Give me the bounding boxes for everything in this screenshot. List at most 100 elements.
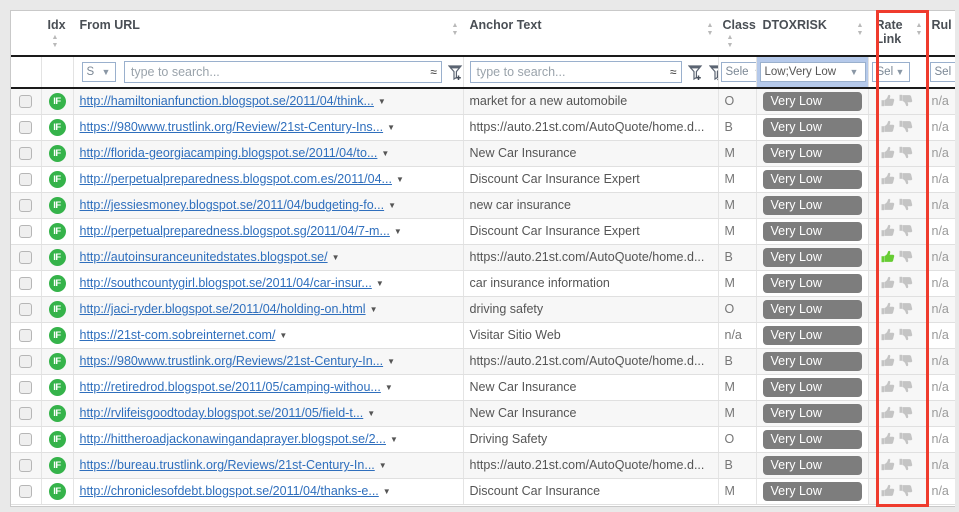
row-checkbox-cell[interactable] bbox=[11, 114, 42, 141]
thumbs-down-icon[interactable] bbox=[898, 353, 914, 369]
thumbs-down-icon[interactable] bbox=[898, 119, 914, 135]
column-header-dtoxrisk[interactable]: DTOXRISK bbox=[756, 11, 869, 57]
from-url-link[interactable]: http://perpetualpreparedness.blogspot.co… bbox=[80, 172, 392, 186]
class-filter-select[interactable]: Sele▼ bbox=[720, 62, 755, 82]
table-row[interactable]: IF https://bureau.trustlink.org/Reviews/2… bbox=[11, 452, 955, 479]
thumbs-up-icon[interactable] bbox=[880, 93, 896, 109]
chevron-down-icon[interactable]: ▼ bbox=[379, 461, 387, 470]
row-checkbox-cell[interactable] bbox=[11, 218, 42, 245]
chevron-down-icon[interactable]: ▼ bbox=[378, 97, 386, 106]
row-checkbox-cell[interactable] bbox=[11, 348, 42, 375]
table-row[interactable]: IF http://chroniclesofdebt.blogspot.se/20… bbox=[11, 478, 955, 505]
table-row[interactable]: IF http://retiredrod.blogspot.se/2011/05/… bbox=[11, 374, 955, 401]
sort-arrows-idx[interactable] bbox=[51, 33, 60, 49]
thumbs-down-icon[interactable] bbox=[898, 301, 914, 317]
row-checkbox[interactable] bbox=[19, 199, 33, 213]
row-checkbox[interactable] bbox=[19, 485, 33, 499]
row-checkbox[interactable] bbox=[19, 251, 33, 265]
row-checkbox[interactable] bbox=[19, 277, 33, 291]
column-header-from-url[interactable]: From URL bbox=[73, 11, 464, 57]
table-row[interactable]: IF http://hittheroadjackonawingandaprayer… bbox=[11, 426, 955, 453]
table-row[interactable]: IF http://hamiltonianfunction.blogspot.se… bbox=[11, 88, 955, 115]
thumbs-down-icon[interactable] bbox=[898, 93, 914, 109]
thumbs-up-icon[interactable] bbox=[880, 249, 896, 265]
column-header-class[interactable]: Class bbox=[718, 11, 757, 57]
row-checkbox-cell[interactable] bbox=[11, 296, 42, 323]
funnel-add-icon[interactable] bbox=[687, 64, 703, 81]
row-checkbox[interactable] bbox=[19, 433, 33, 447]
thumbs-up-icon[interactable] bbox=[880, 119, 896, 135]
chevron-down-icon[interactable]: ▼ bbox=[370, 305, 378, 314]
row-checkbox[interactable] bbox=[19, 407, 33, 421]
table-row[interactable]: IF http://autoinsuranceunitedstates.blogs… bbox=[11, 244, 955, 271]
chevron-down-icon[interactable]: ▼ bbox=[388, 201, 396, 210]
thumbs-up-icon[interactable] bbox=[880, 405, 896, 421]
row-checkbox-cell[interactable] bbox=[11, 244, 42, 271]
from-url-link[interactable]: http://autoinsuranceunitedstates.blogspo… bbox=[80, 250, 328, 264]
thumbs-up-icon[interactable] bbox=[880, 483, 896, 499]
row-checkbox[interactable] bbox=[19, 381, 33, 395]
row-checkbox[interactable] bbox=[19, 121, 33, 135]
thumbs-down-icon[interactable] bbox=[898, 275, 914, 291]
column-header-idx[interactable]: Idx bbox=[41, 11, 74, 57]
url-search-input[interactable]: type to search... ≈ bbox=[123, 61, 442, 83]
chevron-down-icon[interactable]: ▼ bbox=[394, 227, 402, 236]
thumbs-down-icon[interactable] bbox=[898, 483, 914, 499]
from-url-link[interactable]: http://rvlifeisgoodtoday.blogspot.se/201… bbox=[80, 406, 364, 420]
table-row[interactable]: IF https://980www.trustlink.org/Review/21… bbox=[11, 114, 955, 141]
row-checkbox-cell[interactable] bbox=[11, 452, 42, 479]
table-row[interactable]: IF http://perpetualpreparedness.blogspot.… bbox=[11, 166, 955, 193]
funnel-clear-icon[interactable] bbox=[708, 64, 717, 81]
row-checkbox-cell[interactable] bbox=[11, 166, 42, 193]
from-url-link[interactable]: https://21st-com.sobreinternet.com/ bbox=[80, 328, 276, 342]
thumbs-down-icon[interactable] bbox=[898, 405, 914, 421]
table-row[interactable]: IF http://southcountygirl.blogspot.se/201… bbox=[11, 270, 955, 297]
chevron-down-icon[interactable]: ▼ bbox=[279, 331, 287, 340]
row-checkbox-cell[interactable] bbox=[11, 88, 42, 115]
thumbs-up-icon[interactable] bbox=[880, 171, 896, 187]
from-url-link[interactable]: https://980www.trustlink.org/Review/21st… bbox=[80, 120, 384, 134]
column-header-rate-link[interactable]: Rate Link bbox=[868, 11, 927, 57]
row-checkbox[interactable] bbox=[19, 225, 33, 239]
thumbs-up-icon[interactable] bbox=[880, 301, 896, 317]
thumbs-down-icon[interactable] bbox=[898, 327, 914, 343]
from-url-link[interactable]: https://bureau.trustlink.org/Reviews/21s… bbox=[80, 458, 375, 472]
row-checkbox-cell[interactable] bbox=[11, 322, 42, 349]
thumbs-down-icon[interactable] bbox=[898, 379, 914, 395]
sort-arrows-class[interactable] bbox=[726, 33, 735, 49]
chevron-down-icon[interactable]: ▼ bbox=[396, 175, 404, 184]
thumbs-down-icon[interactable] bbox=[898, 249, 914, 265]
table-row[interactable]: IF http://rvlifeisgoodtoday.blogspot.se/2… bbox=[11, 400, 955, 427]
row-checkbox[interactable] bbox=[19, 303, 33, 317]
chevron-down-icon[interactable]: ▼ bbox=[367, 409, 375, 418]
chevron-down-icon[interactable]: ▼ bbox=[385, 383, 393, 392]
dtoxrisk-filter-select[interactable]: Low;Very Low ▼ bbox=[759, 62, 866, 82]
chevron-down-icon[interactable]: ▼ bbox=[332, 253, 340, 262]
sort-arrows-from-url[interactable] bbox=[451, 21, 460, 37]
row-checkbox-cell[interactable] bbox=[11, 192, 42, 219]
row-checkbox[interactable] bbox=[19, 459, 33, 473]
row-checkbox[interactable] bbox=[19, 329, 33, 343]
sort-arrows-dtoxrisk[interactable] bbox=[856, 21, 865, 37]
column-header-rule[interactable]: Rul bbox=[926, 11, 955, 57]
thumbs-down-icon[interactable] bbox=[898, 223, 914, 239]
table-row[interactable]: IF http://florida-georgiacamping.blogspot… bbox=[11, 140, 955, 167]
thumbs-up-icon[interactable] bbox=[880, 223, 896, 239]
row-checkbox-cell[interactable] bbox=[11, 270, 42, 297]
thumbs-down-icon[interactable] bbox=[898, 431, 914, 447]
row-checkbox-cell[interactable] bbox=[11, 140, 42, 167]
chevron-down-icon[interactable]: ▼ bbox=[390, 435, 398, 444]
anchor-search-input[interactable]: type to search... ≈ bbox=[469, 61, 682, 83]
from-url-link[interactable]: http://retiredrod.blogspot.se/2011/05/ca… bbox=[80, 380, 381, 394]
thumbs-up-icon[interactable] bbox=[880, 197, 896, 213]
table-row[interactable]: IF http://jessiesmoney.blogspot.se/2011/0… bbox=[11, 192, 955, 219]
thumbs-up-icon[interactable] bbox=[880, 431, 896, 447]
row-checkbox[interactable] bbox=[19, 147, 33, 161]
chevron-down-icon[interactable]: ▼ bbox=[387, 357, 395, 366]
chevron-down-icon[interactable]: ▼ bbox=[383, 487, 391, 496]
thumbs-down-icon[interactable] bbox=[898, 145, 914, 161]
from-url-link[interactable]: http://florida-georgiacamping.blogspot.s… bbox=[80, 146, 378, 160]
table-row[interactable]: IF https://980www.trustlink.org/Reviews/2… bbox=[11, 348, 955, 375]
row-checkbox-cell[interactable] bbox=[11, 374, 42, 401]
chevron-down-icon[interactable]: ▼ bbox=[387, 123, 395, 132]
